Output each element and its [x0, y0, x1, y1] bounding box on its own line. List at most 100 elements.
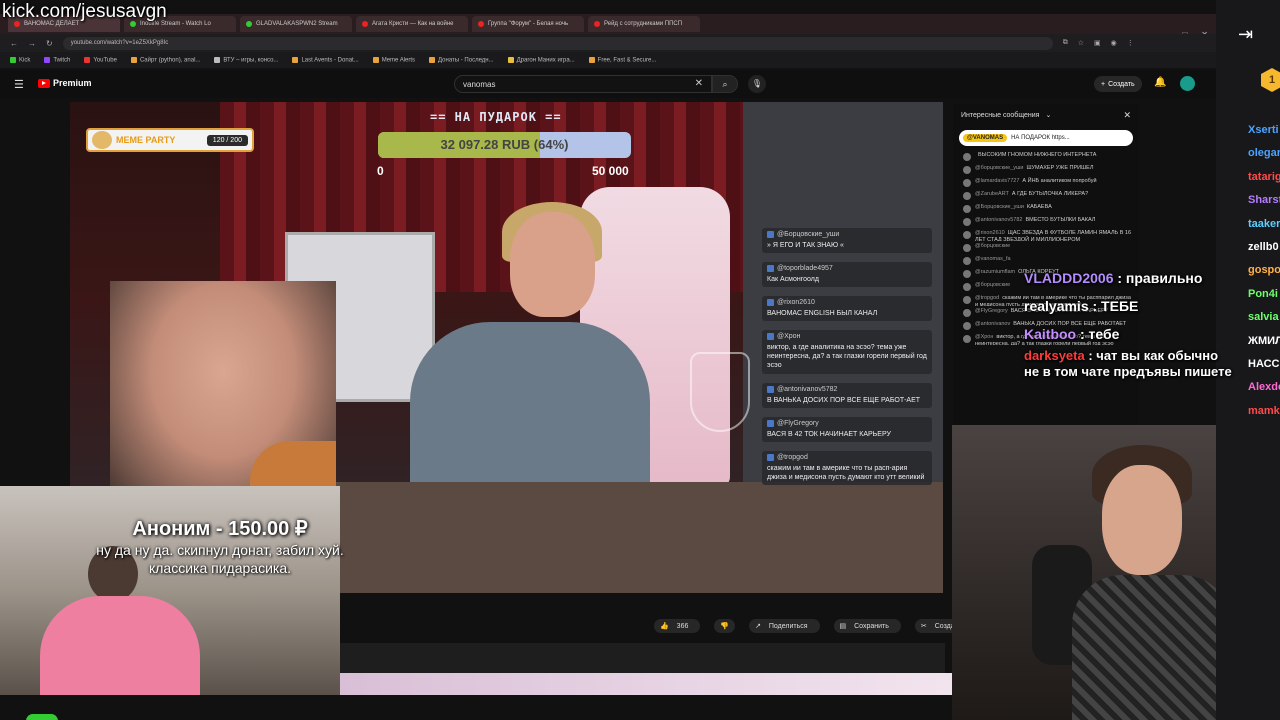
pink-shirt	[40, 596, 200, 695]
video-chat-overlay: @Борцовские_уши» Я ЕГО И ТАК ЗНАЮ « @top…	[762, 228, 932, 494]
microphone-icon: 🎙	[751, 79, 763, 88]
bookmark-item[interactable]: ВТУ – игры, консо...	[214, 56, 278, 63]
bookmark-item[interactable]: Донаты - Последн...	[429, 56, 494, 63]
address-bar: ← → ↻ youtube.com/watch?v=1eZ5XkPg8Ic ⧉ …	[0, 34, 1216, 52]
pinned-message[interactable]: @VANOMAS НА ПОДАРОК https...	[959, 130, 1133, 146]
chat-username[interactable]: НАСС	[1248, 358, 1280, 370]
voice-search-button[interactable]: 🎙	[748, 75, 766, 93]
stream-screen: { "kick_url": "kick.com/jesusavgn", "bro…	[0, 0, 1280, 720]
youtube-user-icon	[767, 385, 774, 393]
translate-icon[interactable]: ⧉	[1063, 39, 1068, 47]
goal-max-label: 50 000	[592, 164, 629, 178]
meme-party-title: MEME PARTY	[116, 135, 176, 145]
more-icon[interactable]: ⋮	[1127, 39, 1134, 47]
youtube-logo[interactable]: Premium	[38, 78, 92, 88]
folder-icon	[130, 56, 137, 63]
donation-goal-title: == НА ПУДАРОК ==	[430, 110, 562, 124]
browser-tab[interactable]: Агата Кристи — Как на войне	[356, 16, 468, 32]
clear-search-icon[interactable]: ✕	[695, 78, 703, 89]
chat-username[interactable]: taaker	[1248, 218, 1280, 230]
bookmark-item[interactable]: Драгон Маних игра...	[507, 56, 575, 63]
bookmark-item[interactable]: Free, Fast & Secure...	[588, 56, 656, 63]
youtube-user-icon	[767, 299, 774, 307]
reload-icon[interactable]: ↻	[46, 39, 53, 48]
leaderboard-badge: 1	[1261, 68, 1280, 92]
browser-tab[interactable]: GLADVALAKASPWN2 Stream	[240, 16, 352, 32]
list-item: @FlyGregory ВАСЯ В 42 ТОК НАЧИНАЕТ КАРЬЕР…	[762, 416, 932, 442]
overlay-chat-line: VLADDD2006 : правильно	[1024, 270, 1203, 286]
channel-url-watermark: kick.com/jesusavgn	[2, 1, 167, 22]
list-item: @tropgod скажим ии там в америке что ты р…	[762, 450, 932, 485]
extensions: ⧉ ☆ ▣ ◉ ⋮	[1063, 39, 1134, 47]
create-button[interactable]: + Создать	[1094, 76, 1142, 92]
bookmark-item[interactable]: Twitch	[44, 56, 70, 63]
site-icon	[507, 56, 514, 63]
meme-party-count: 120 / 200	[206, 134, 248, 146]
donation-alert: Аноним - 150.00 ₽ ну да ну да. скипнул д…	[10, 516, 430, 577]
folder-icon	[292, 56, 299, 63]
streamer-face	[510, 212, 595, 317]
list-item: @toporblade4957 Как Асмонгоолд	[762, 262, 932, 288]
forward-icon[interactable]: →	[28, 39, 36, 48]
doge-icon	[92, 131, 112, 149]
chat-header: Интересные сообщения ⌄ ✕	[953, 104, 1139, 126]
video-description-area	[340, 643, 945, 673]
chevron-down-icon: ⌄	[1045, 112, 1052, 119]
donation-title: Аноним - 150.00 ₽	[132, 518, 308, 540]
bookmark-item[interactable]: Caйpт (python), anal...	[130, 56, 200, 63]
list-item: @Хрон виктор, а где аналитика на эсэо? те…	[762, 330, 932, 374]
chat-username[interactable]: Xserti	[1248, 124, 1279, 136]
extension-icon[interactable]: ▣	[1094, 39, 1101, 47]
youtube-user-icon	[767, 231, 774, 238]
bookmark-item[interactable]: YouTube	[84, 56, 117, 63]
donation-message: ну да ну да. скипнул донат, забил хуй.	[96, 542, 344, 558]
save-button[interactable]: ▤ Сохранить	[833, 619, 901, 633]
collapse-chat-icon[interactable]: ⇥	[1238, 24, 1253, 45]
youtube-user-icon	[767, 453, 774, 461]
bookmark-item[interactable]: Last Avents - Donat...	[292, 56, 359, 63]
overlay-chat-line: realyamis : ТЕБЕ	[1024, 298, 1139, 314]
plaid-shirt	[1072, 575, 1232, 720]
list-item: @Борцовские_уши КАБАЕВА	[953, 202, 1139, 215]
chat-username[interactable]: olegar	[1248, 147, 1280, 159]
star-icon[interactable]: ☆	[1078, 39, 1084, 47]
chat-username[interactable]: ЖМИЛ	[1248, 335, 1280, 347]
chat-username[interactable]: zellb0	[1248, 241, 1279, 253]
overlay-chat: VLADDD2006 : правильно realyamis : ТЕБЕ …	[1024, 264, 1232, 380]
like-button[interactable]: 👍 366	[654, 619, 701, 633]
chat-username[interactable]: salvia	[1248, 311, 1279, 323]
browser-tab[interactable]: Рейд с сотрудниками ППСП	[588, 16, 700, 32]
url-input[interactable]: youtube.com/watch?v=1eZ5XkPg8Ic	[62, 36, 1053, 50]
hamburger-menu-icon[interactable]: ☰	[14, 78, 24, 91]
kick-logo	[26, 714, 58, 720]
list-item: ВЫСОКИМ ГНОМОМ НИЖНЕГО ИНТЕРНЕТА	[953, 150, 1139, 163]
overlay-chat-line: Kaitboo : тебе	[1024, 326, 1120, 342]
wine-glass	[690, 352, 750, 432]
close-icon[interactable]: ✕	[1123, 110, 1131, 121]
profile-icon[interactable]: ◉	[1111, 39, 1117, 47]
chat-username[interactable]: gospo	[1248, 264, 1280, 276]
goal-min-label: 0	[377, 164, 384, 178]
chat-username[interactable]: Alexde	[1248, 381, 1280, 393]
search-input[interactable]: vanomas ✕	[454, 75, 712, 93]
list-item: @rixon2610 ЩАС ЗВЕЗДА В ФУТБОЛЕ ЛАМИН ЯМА…	[953, 228, 1139, 241]
notifications-bell-icon[interactable]: 🔔	[1154, 77, 1166, 88]
dislike-button[interactable]: 👎	[714, 619, 736, 633]
list-item: @lamardavis7727 А ЙНБ аналитиком попробуй	[953, 176, 1139, 189]
chat-username[interactable]: mamk	[1248, 405, 1280, 417]
folder-icon	[372, 56, 379, 63]
donation-goal-text: 32 097.28 RUB (64%)	[440, 137, 569, 152]
back-icon[interactable]: ←	[10, 39, 18, 48]
search-button[interactable]: ⌕	[712, 75, 738, 93]
bookmark-item[interactable]: Kick	[10, 56, 30, 63]
share-button[interactable]: ↗ Поделиться	[749, 619, 820, 633]
chat-username[interactable]: Sharst	[1248, 194, 1280, 206]
donation-goal-bar: 32 097.28 RUB (64%)	[378, 132, 631, 158]
list-item: @Борцовские_уши» Я ЕГО И ТАК ЗНАЮ «	[762, 228, 932, 254]
browser-tab[interactable]: Группа "Форум" - Белая ночь	[472, 16, 584, 32]
bookmark-item[interactable]: Meme Alerts	[372, 56, 415, 63]
avatar[interactable]	[1180, 76, 1195, 91]
chat-filter-dropdown[interactable]: Интересные сообщения	[961, 112, 1039, 119]
chat-username[interactable]: Pon4i	[1248, 288, 1278, 300]
chat-username[interactable]: tatarig	[1248, 171, 1280, 183]
